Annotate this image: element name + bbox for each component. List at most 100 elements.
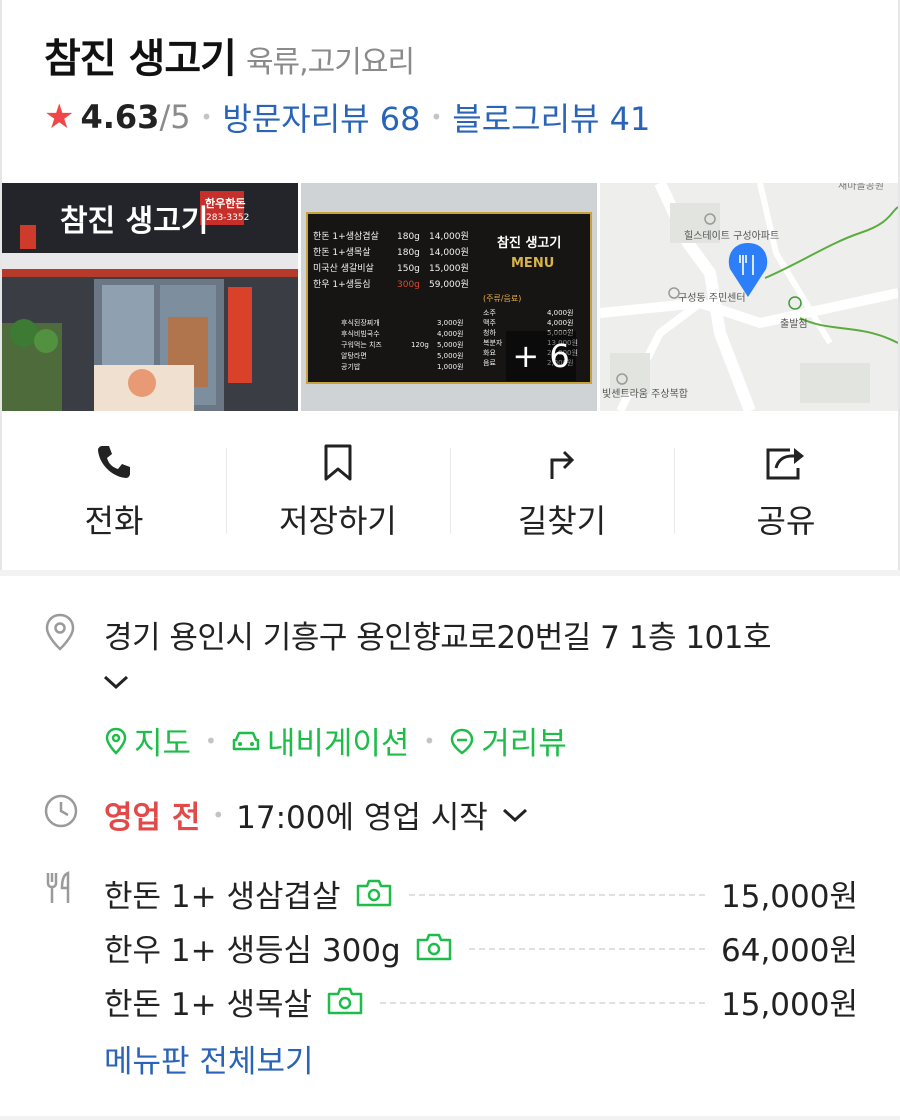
rating-score: 4.63 [80,98,160,136]
sign-name-text: 참진 생고기 [60,204,208,239]
menu-board-item-name: 한우 1+생등심 [313,279,371,290]
dotted-leader [468,948,705,950]
star-icon: ★ [44,97,75,137]
car-icon [232,731,260,750]
directions-label: 길찾기 [517,502,607,540]
menu-board-item-price: 14,000원 [429,231,469,242]
place-category: 육류,고기요리 [245,45,415,80]
business-hours[interactable]: 영업 전 • 17:00에 영업 시작 [104,792,530,837]
map-thumbnail[interactable]: 새마을공원 힐스테이트 구성아파트 구성동 주민센터 출발점 빛센트라움 주상복… [600,183,898,411]
menu-board-drink-name: 맥주 [483,318,496,327]
menu-board-item-price: 59,000원 [429,279,469,290]
menu-item-price: 15,000원 [721,986,858,1023]
sign-phone-text: 283-3352 [206,213,249,223]
camera-icon[interactable] [415,932,453,962]
blog-reviews-link[interactable]: 블로그리뷰 41 [452,94,650,140]
menu-list: 한돈 1+ 생삼겹살 15,000원 한우 1+ 생등심 300g 64,000… [104,866,858,1028]
business-hours-detail: 17:00에 영업 시작 [236,800,488,836]
street-view-link-label: 거리뷰 [481,726,567,762]
menu-item-price: 15,000원 [721,878,858,915]
share-button[interactable]: 공유 [674,412,898,568]
map-pin-outline-icon [105,727,127,755]
chevron-down-icon[interactable] [500,805,530,825]
menu-board-item-name: 한돈 1+생삼겹살 [313,230,379,242]
separator-dot: • [212,802,225,827]
section-divider [0,570,900,576]
location-pin-icon [45,613,75,651]
menu-board-drinks-header: (주류/음료) [483,294,521,303]
phone-icon [98,446,130,478]
map-link[interactable]: 지도 [104,718,191,763]
clock-icon [44,794,78,828]
street-view-link[interactable]: 거리뷰 [449,718,567,763]
separator-dot: • [200,105,213,129]
share-label: 공유 [756,502,816,540]
call-button[interactable]: 전화 [2,412,226,568]
utensils-icon [46,871,70,903]
see-full-menu-link[interactable]: 메뉴판 전체보기 [104,1036,314,1081]
menu-item[interactable]: 한돈 1+ 생목살 15,000원 [104,974,858,1028]
directions-icon [550,450,575,479]
action-bar: 전화 저장하기 길찾기 공유 [2,412,898,568]
menu-board-item-price: 15,000원 [429,263,469,274]
menu-board-item-weight: 300g [397,280,420,290]
menu-board-drink-name: 청하 [483,328,496,337]
dotted-leader [408,894,705,896]
menu-board-item-price: 4,000원 [437,329,463,338]
menu-item[interactable]: 한돈 1+ 생삼겹살 15,000원 [104,866,858,920]
menu-board-item-name: 후식비빔국수 [341,329,380,338]
menu-item-name: 한우 1+ 생등심 300g [104,932,401,969]
photo-strip: 참진 생고기 한우한돈 283-3352 한돈 1+생삼겹살 180g 14,000… [2,183,898,411]
address-text: 경기 용인시 기흥구 용인향교로20번길 7 1층 101호 [104,620,772,656]
map-label-building: 빛센트라움 주상복합 [602,388,688,400]
separator-dot: • [423,728,436,753]
navigation-link[interactable]: 내비게이션 [231,718,410,763]
location-links: 지도 • 내비게이션 • 거리뷰 [104,718,567,763]
storefront-photo-art: 참진 생고기 한우한돈 283-3352 [2,183,298,411]
menu-board-item-price: 5,000원 [437,340,463,349]
menu-item-price: 64,000원 [721,932,858,969]
menu-board-drink-name: 소주 [483,309,496,317]
menu-board-drink-price: 4,000원 [547,308,573,317]
menu-board-item-name: 구워먹는 치즈 [341,340,382,349]
menu-board-item-weight: 150g [397,264,420,274]
menu-board-brand-sub: MENU [511,256,554,271]
separator-dot: • [430,105,443,129]
menu-board-drink-name: 화요 [483,349,496,357]
menu-board-drink-name: 음료 [483,359,496,367]
bookmark-icon [324,444,352,481]
menu-board-brand: 참진 생고기 [497,235,561,251]
more-photos-badge[interactable]: + 6 [506,331,576,381]
menu-board-photo[interactable]: 한돈 1+생삼겹살 180g 14,000원 한돈 1+생목살 180g 14,000원 미… [301,183,597,411]
bottom-divider [0,1116,900,1120]
navigation-link-label: 내비게이션 [266,726,410,762]
save-label: 저장하기 [279,502,397,540]
save-button[interactable]: 저장하기 [226,412,450,568]
camera-icon[interactable] [326,986,364,1016]
sign-badge-text: 한우한돈 [205,196,245,210]
menu-board-item-price: 14,000원 [429,247,469,258]
dotted-leader [380,1002,705,1004]
separator-dot: • [205,728,217,753]
rating-row: ★ 4.63/5 • 방문자리뷰 68 • 블로그리뷰 41 [44,94,650,140]
menu-board-item-price: 5,000원 [437,351,463,360]
map-link-label: 지도 [134,726,192,762]
menu-board-item-weight: 180g [397,232,420,242]
menu-board-item-price: 1,000원 [437,362,463,371]
menu-item-name: 한돈 1+ 생목살 [104,986,313,1023]
chevron-down-icon[interactable] [102,672,130,692]
map-art: 새마을공원 힐스테이트 구성아파트 구성동 주민센터 출발점 빛센트라움 주상복… [600,183,898,411]
storefront-photo[interactable]: 참진 생고기 한우한돈 283-3352 [2,183,298,411]
menu-board-item-weight: 180g [397,248,420,258]
menu-board-drink-price: 4,000원 [547,318,573,327]
menu-item[interactable]: 한우 1+ 생등심 300g 64,000원 [104,920,858,974]
menu-board-item-name: 한돈 1+생목살 [313,247,371,258]
call-label: 전화 [84,502,144,540]
directions-button[interactable]: 길찾기 [450,412,674,568]
map-label-start-point: 출발점 [780,318,808,330]
map-label-community-center: 구성동 주민센터 [678,292,746,304]
share-icon [766,448,804,480]
visitor-reviews-link[interactable]: 방문자리뷰 68 [222,94,420,140]
camera-icon[interactable] [355,878,393,908]
menu-board-item-weight: 120g [411,341,429,349]
